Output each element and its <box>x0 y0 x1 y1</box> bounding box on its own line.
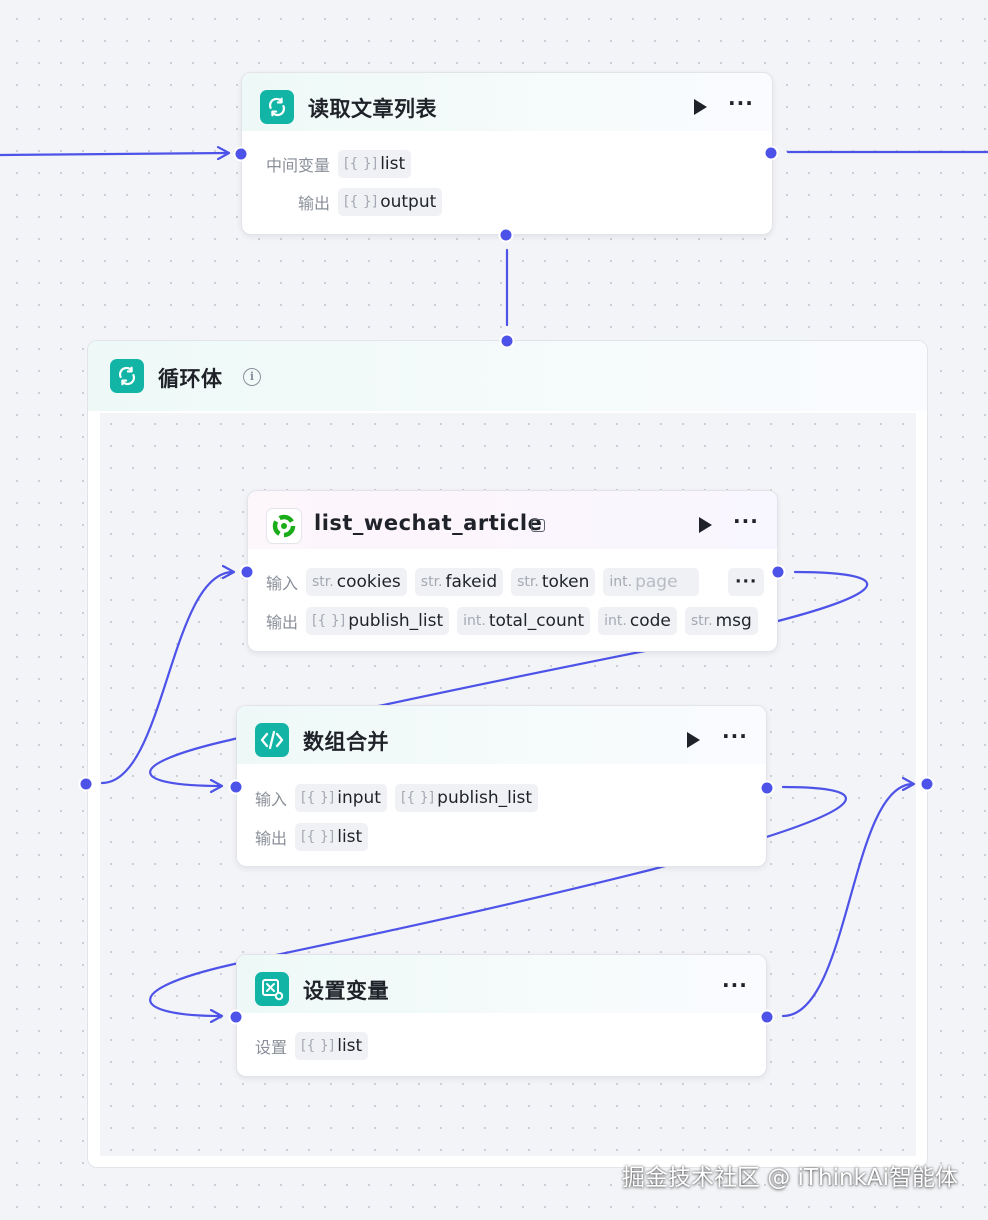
intermediate-variable-row: 中间变量 [{ }] list <box>260 150 412 178</box>
row-label: 中间变量 <box>265 156 330 175</box>
code-icon <box>255 723 289 757</box>
row-label: 输出 <box>266 613 299 632</box>
input-tag-cookies[interactable]: str. cookies <box>306 568 407 596</box>
input-tag-page[interactable]: int. page <box>603 568 700 596</box>
output-tag-list[interactable]: [{ }] list <box>295 823 369 851</box>
row-label: 输入 <box>255 790 288 809</box>
set-variable-node[interactable]: 设置变量 ··· 设置 [{ }] list <box>236 954 767 1077</box>
input-tag-fakeid[interactable]: str. fakeid <box>414 568 504 596</box>
output-row: 输出 [{ }] publish_list int. total_count int… <box>266 607 758 635</box>
more-options-icon[interactable]: ··· <box>722 975 748 995</box>
setvar-node-output-port[interactable] <box>759 1009 775 1025</box>
loop-body-header: 循环体 i <box>88 341 927 411</box>
read-article-list-node[interactable]: 读取文章列表 ··· 中间变量 [{ }] list 输出 [{ }] output <box>241 72 773 235</box>
wire-into-read-node <box>0 153 228 155</box>
plugin-store-icon <box>531 519 545 532</box>
input-row: 输入 str. cookies str. fakeid str. token int.… <box>266 568 700 596</box>
row-label: 输入 <box>266 574 299 593</box>
loop-body-title: 循环体 <box>158 367 223 391</box>
node-title: 读取文章列表 <box>308 97 437 121</box>
input-tag-token[interactable]: str. token <box>511 568 596 596</box>
set-tag-list[interactable]: [{ }] list <box>295 1032 369 1060</box>
info-icon[interactable]: i <box>243 368 261 386</box>
node-header: 数组合并 ··· <box>237 706 766 764</box>
node-title: 数组合并 <box>303 730 389 754</box>
loop-arrows-icon <box>110 359 144 393</box>
node-header: 读取文章列表 ··· <box>242 73 772 131</box>
node-header: 设置变量 ··· <box>237 955 766 1013</box>
wechat-node-input-port[interactable] <box>239 564 255 580</box>
wechat-plugin-icon <box>266 508 302 544</box>
set-row: 设置 [{ }] list <box>255 1032 369 1060</box>
input-tag-input[interactable]: [{ }] input <box>295 784 387 812</box>
input-row: 输入 [{ }] input [{ }] publish_list <box>255 784 539 812</box>
input-tag-publish-list[interactable]: [{ }] publish_list <box>394 784 539 812</box>
set-variable-icon <box>255 972 289 1006</box>
more-inputs-button[interactable]: ··· <box>728 568 765 596</box>
row-label: 输出 <box>255 829 288 848</box>
output-row: 输出 [{ }] output <box>260 188 443 216</box>
array-merge-node[interactable]: 数组合并 ··· 输入 [{ }] input [{ }] publish_list… <box>236 705 767 867</box>
node-header: list_wechat_article ··· <box>248 491 777 549</box>
output-tag-publish-list[interactable]: [{ }] publish_list <box>306 607 450 635</box>
more-options-icon[interactable]: ··· <box>733 511 759 531</box>
more-options-icon[interactable]: ··· <box>722 726 748 746</box>
output-tag-total-count[interactable]: int. total_count <box>457 607 591 635</box>
row-label: 输出 <box>297 194 330 213</box>
loop-body-top-port[interactable] <box>499 333 515 349</box>
output-tag-msg[interactable]: str. msg <box>684 607 758 635</box>
node-title: list_wechat_article <box>314 511 543 535</box>
list-wechat-article-node[interactable]: list_wechat_article ··· 输入 str. cookies s… <box>247 490 778 652</box>
merge-node-input-port[interactable] <box>228 779 244 795</box>
loop-body-end-port[interactable] <box>919 776 935 792</box>
output-row: 输出 [{ }] list <box>255 823 369 851</box>
more-options-icon[interactable]: ··· <box>728 93 754 113</box>
loop-arrows-icon <box>260 90 294 124</box>
setvar-node-input-port[interactable] <box>228 1009 244 1025</box>
variable-tag[interactable]: [{ }] list <box>338 150 412 178</box>
node-title: 设置变量 <box>303 979 389 1003</box>
output-tag-code[interactable]: int. code <box>598 607 677 635</box>
play-icon[interactable] <box>694 99 707 115</box>
read-node-loop-port[interactable] <box>498 227 514 243</box>
play-icon[interactable] <box>699 517 712 533</box>
loop-body-start-port[interactable] <box>78 776 94 792</box>
read-node-output-port[interactable] <box>763 145 779 161</box>
wechat-node-output-port[interactable] <box>770 564 786 580</box>
play-icon[interactable] <box>687 732 700 748</box>
watermark: 掘金技术社区 @ iThinkAi智能体 <box>621 1165 958 1191</box>
read-node-input-port[interactable] <box>233 146 249 162</box>
variable-tag[interactable]: [{ }] output <box>338 188 443 216</box>
merge-node-output-port[interactable] <box>759 780 775 796</box>
row-label: 设置 <box>255 1038 288 1057</box>
